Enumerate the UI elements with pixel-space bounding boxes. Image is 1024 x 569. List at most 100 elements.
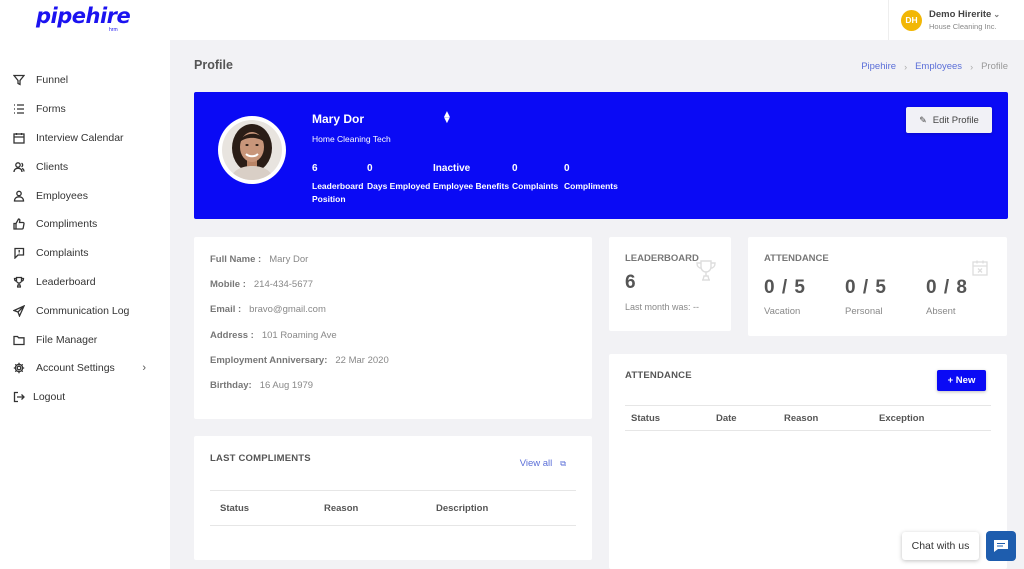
funnel-icon bbox=[12, 73, 26, 87]
detail-value: 16 Aug 1979 bbox=[259, 379, 314, 391]
clients-icon bbox=[12, 160, 26, 174]
user-name: Demo Hirerite bbox=[929, 9, 992, 20]
sidebar-item-label: Interview Calendar bbox=[36, 131, 124, 144]
chat-alert-icon bbox=[12, 246, 26, 260]
calendar-icon bbox=[12, 131, 26, 145]
compliments-table-header: Status Reason Description bbox=[210, 490, 576, 526]
send-icon bbox=[12, 304, 26, 318]
sidebar-item-communication-log[interactable]: Communication Log bbox=[0, 296, 170, 325]
sidebar-item-label: Communication Log bbox=[36, 304, 130, 317]
attendance-value: 0 / 5 bbox=[764, 277, 806, 298]
sidebar: pipehire hrm Funnel Forms Interview Cale… bbox=[0, 0, 170, 569]
card-title: ATTENDANCE bbox=[625, 370, 692, 381]
profile-photo bbox=[218, 116, 286, 184]
detail-row-email: Email : bravo@gmail.com bbox=[210, 304, 576, 329]
trophy-icon bbox=[696, 260, 716, 281]
attendance-label: Personal bbox=[845, 306, 883, 317]
leaderboard-last-month: Last month was: -- bbox=[625, 302, 700, 312]
profile-banner: Mary Dor ▲ ▼ Home Cleaning Tech 6 Leaderb… bbox=[194, 92, 1008, 219]
sidebar-item-funnel[interactable]: Funnel bbox=[0, 66, 170, 95]
chat-button[interactable] bbox=[986, 531, 1016, 561]
chevron-right-icon: › bbox=[970, 61, 974, 72]
column-header: Status bbox=[631, 412, 661, 424]
sidebar-item-label: File Manager bbox=[36, 333, 98, 346]
sidebar-item-label: Complaints bbox=[36, 247, 89, 260]
sidebar-item-complaints[interactable]: Complaints bbox=[0, 239, 170, 268]
column-header: Description bbox=[436, 502, 489, 514]
attendance-personal: 0 / 5 Personal bbox=[845, 277, 887, 317]
detail-row-mobile: Mobile : 214-434-5677 bbox=[210, 279, 576, 304]
breadcrumb: Pipehire › Employees › Profile bbox=[861, 61, 1008, 72]
sort-icon[interactable]: ▲ ▼ bbox=[442, 110, 452, 126]
detail-value: 101 Roaming Ave bbox=[261, 329, 337, 341]
attendance-value: 0 / 5 bbox=[845, 277, 887, 298]
card-title: LEADERBOARD bbox=[625, 253, 699, 264]
detail-key: Birthday: bbox=[210, 379, 252, 391]
sidebar-item-leaderboard[interactable]: Leaderboard bbox=[0, 268, 170, 297]
card-title: ATTENDANCE bbox=[764, 253, 829, 264]
breadcrumb-profile: Profile bbox=[981, 61, 1008, 72]
sidebar-item-logout[interactable]: Logout bbox=[0, 383, 170, 412]
last-compliments-card: LAST COMPLIMENTS View all ⧉ Status Reaso… bbox=[194, 436, 592, 560]
stat-value: 0 bbox=[512, 163, 518, 174]
detail-value: bravo@gmail.com bbox=[249, 304, 326, 316]
detail-key: Employment Anniversary: bbox=[210, 354, 328, 366]
logo[interactable]: pipehire hrm bbox=[36, 4, 136, 34]
trophy-icon bbox=[12, 275, 26, 289]
edit-profile-label: Edit Profile bbox=[932, 114, 979, 126]
stat-compliments: 0 Compliments bbox=[564, 163, 618, 193]
attendance-summary-card: ATTENDANCE 0 / 5 Vacation 0 / 5 Personal… bbox=[748, 237, 1007, 336]
breadcrumb-pipehire[interactable]: Pipehire bbox=[861, 61, 896, 72]
stat-value: 0 bbox=[564, 163, 570, 174]
column-header: Date bbox=[716, 412, 737, 424]
chevron-right-icon: › bbox=[904, 61, 908, 72]
chat-icon bbox=[994, 540, 1008, 552]
view-all-label: View all bbox=[519, 458, 553, 469]
folder-icon bbox=[12, 333, 26, 347]
column-header: Reason bbox=[324, 502, 359, 514]
topbar: DH Demo Hirerite ⌄ House Cleaning Inc. bbox=[170, 0, 1024, 40]
detail-value: 22 Mar 2020 bbox=[335, 354, 389, 366]
stat-label: Complaints bbox=[512, 181, 559, 191]
calendar-x-icon bbox=[972, 260, 988, 276]
detail-key: Address : bbox=[210, 329, 254, 341]
sidebar-item-label: Clients bbox=[36, 160, 69, 173]
sidebar-item-label: Logout bbox=[33, 391, 66, 404]
detail-value: 214-434-5677 bbox=[253, 279, 314, 291]
thumbs-up-icon bbox=[12, 217, 26, 231]
column-header: Exception bbox=[879, 412, 925, 424]
avatar: DH bbox=[901, 9, 922, 31]
sidebar-item-account-settings[interactable]: Account Settings › bbox=[0, 354, 170, 383]
gear-icon bbox=[12, 361, 26, 375]
sidebar-item-label: Leaderboard bbox=[36, 275, 96, 288]
stat-value: 6 bbox=[312, 163, 318, 174]
sidebar-item-interview-calendar[interactable]: Interview Calendar bbox=[0, 124, 170, 153]
view-all-link[interactable]: View all ⧉ bbox=[520, 458, 566, 469]
user-edit-icon: ✎ bbox=[919, 114, 927, 125]
detail-row-anniversary: Employment Anniversary: 22 Mar 2020 bbox=[210, 355, 576, 380]
employee-details-card: Full Name : Mary Dor Mobile : 214-434-5677… bbox=[194, 237, 592, 419]
sidebar-item-compliments[interactable]: Compliments bbox=[0, 210, 170, 239]
detail-row-birthday: Birthday: 16 Aug 1979 bbox=[210, 380, 576, 405]
stat-days-employed: 0 Days Employed bbox=[367, 163, 430, 193]
attendance-label: Absent bbox=[926, 306, 956, 317]
edit-profile-button[interactable]: ✎ Edit Profile bbox=[906, 107, 992, 133]
user-menu[interactable]: DH Demo Hirerite ⌄ House Cleaning Inc. bbox=[888, 0, 1024, 40]
sidebar-item-forms[interactable]: Forms bbox=[0, 95, 170, 124]
leaderboard-value: 6 bbox=[625, 272, 636, 293]
chat-label[interactable]: Chat with us bbox=[902, 532, 979, 560]
detail-row-address: Address : 101 Roaming Ave bbox=[210, 330, 576, 355]
logo-text: pipehire bbox=[36, 4, 131, 28]
stat-leaderboard-position: 6 Leaderboard Position bbox=[312, 163, 366, 206]
card-title: LAST COMPLIMENTS bbox=[210, 453, 311, 464]
employees-icon bbox=[12, 189, 26, 203]
employee-name: Mary Dor bbox=[312, 112, 365, 126]
new-attendance-button[interactable]: + New bbox=[937, 370, 986, 391]
breadcrumb-employees[interactable]: Employees bbox=[915, 61, 962, 72]
sidebar-item-label: Funnel bbox=[36, 74, 69, 87]
sidebar-item-file-manager[interactable]: File Manager bbox=[0, 325, 170, 354]
sidebar-item-clients[interactable]: Clients bbox=[0, 152, 170, 181]
chevron-right-icon: › bbox=[142, 361, 146, 374]
sidebar-item-employees[interactable]: Employees bbox=[0, 181, 170, 210]
stat-value: Inactive bbox=[433, 163, 471, 174]
